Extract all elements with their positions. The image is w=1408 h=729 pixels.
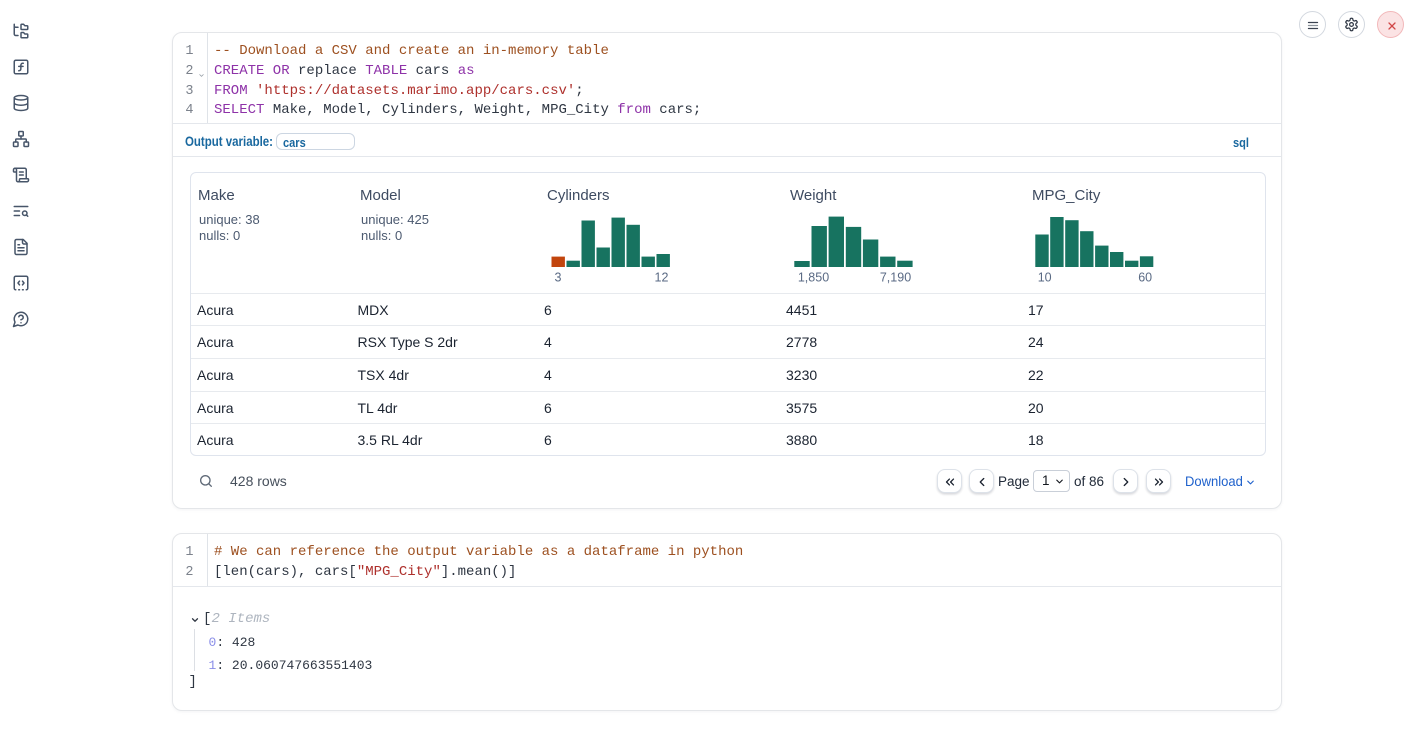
svg-text:12: 12 <box>655 271 669 285</box>
svg-text:1,850: 1,850 <box>797 271 828 285</box>
svg-text:60: 60 <box>1138 271 1152 285</box>
svg-text:7,190: 7,190 <box>879 271 910 285</box>
svg-text:3: 3 <box>555 271 562 285</box>
svg-text:10: 10 <box>1038 271 1052 285</box>
